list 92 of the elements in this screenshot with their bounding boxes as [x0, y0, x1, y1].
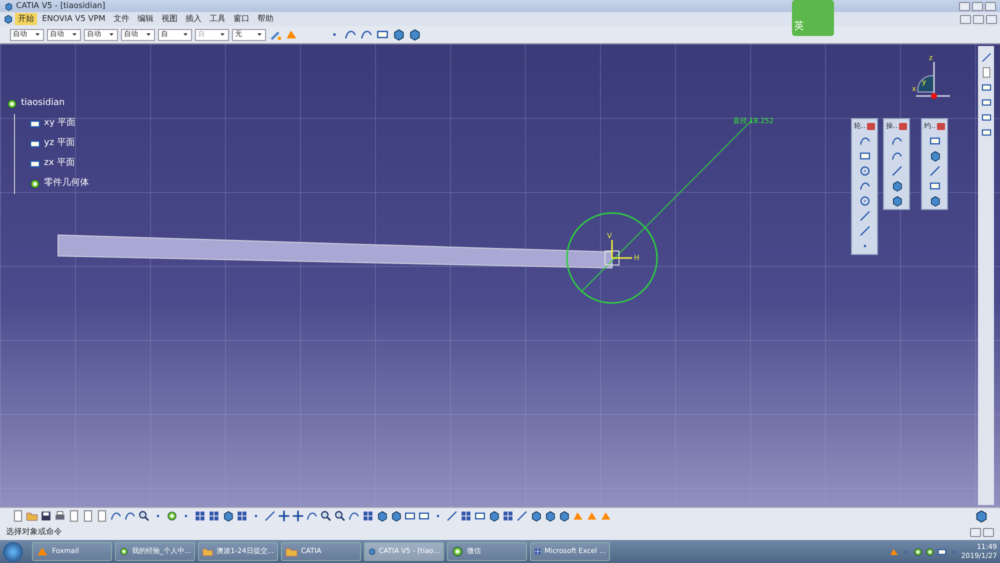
restore-button[interactable]: [970, 528, 981, 536]
caret-icon: [145, 31, 152, 38]
rectangle-icon[interactable]: [980, 112, 992, 123]
rectangle-icon[interactable]: [474, 510, 486, 522]
tree-item[interactable]: xy 平面: [44, 117, 76, 131]
rectangle-icon[interactable]: [928, 180, 941, 192]
rectangle-icon[interactable]: [404, 510, 416, 522]
rectangle-icon[interactable]: [980, 127, 992, 138]
rectangle-icon[interactable]: [937, 546, 948, 556]
minimize-button[interactable]: [960, 14, 971, 24]
close-button[interactable]: [983, 528, 994, 536]
grid-icon[interactable]: [460, 510, 472, 522]
menu-item[interactable]: 工具: [206, 13, 228, 25]
folder-icon: [285, 545, 298, 558]
menu-item[interactable]: 开始: [15, 13, 37, 25]
magnifier-icon[interactable]: [334, 510, 346, 522]
printer-icon[interactable]: [54, 510, 66, 522]
rectangle-icon[interactable]: [418, 510, 430, 522]
curve-icon[interactable]: [124, 510, 136, 522]
menu-item[interactable]: 文件: [110, 13, 132, 25]
origin-marker: [604, 250, 620, 266]
status-text: 选择对象或命令: [6, 526, 62, 538]
caret-icon: [71, 31, 78, 38]
curve-icon[interactable]: [360, 28, 373, 41]
curve-icon[interactable]: [110, 510, 122, 522]
minimize-button[interactable]: [959, 2, 970, 10]
cross-arrows-icon[interactable]: [292, 510, 304, 522]
rectangle-icon[interactable]: [29, 138, 41, 150]
menu-item[interactable]: ENOVIA V5 VPM: [39, 13, 108, 25]
magnifier-icon[interactable]: [138, 510, 150, 522]
grid-icon[interactable]: [502, 510, 514, 522]
caret-icon: [34, 31, 41, 38]
close-button[interactable]: [867, 122, 876, 130]
axis-drawing: [611, 239, 633, 259]
menu-item[interactable]: 编辑: [134, 13, 156, 25]
maximize-button[interactable]: [972, 2, 983, 10]
curve-icon[interactable]: [348, 510, 360, 522]
menu-item[interactable]: 插入: [182, 13, 204, 25]
menu-item[interactable]: 窗口: [230, 13, 252, 25]
tree-item[interactable]: zx 平面: [44, 157, 75, 171]
grid-icon[interactable]: [236, 510, 248, 522]
page-icon[interactable]: [12, 510, 24, 522]
curve-icon[interactable]: [858, 180, 871, 192]
page-icon[interactable]: [980, 67, 992, 78]
line-icon[interactable]: [858, 210, 871, 222]
rectangle-icon[interactable]: [29, 158, 41, 170]
curve-icon[interactable]: [890, 134, 903, 146]
line-icon[interactable]: [928, 164, 941, 176]
tree-item[interactable]: 零件几何体: [44, 177, 89, 191]
circle-icon[interactable]: [858, 164, 871, 176]
grid-icon[interactable]: [208, 510, 220, 522]
caret-icon: [108, 31, 115, 38]
curve-icon[interactable]: [858, 134, 871, 146]
close-button[interactable]: [986, 14, 997, 24]
compass-drawing: [915, 61, 951, 99]
caret-icon: [256, 31, 263, 38]
caret-icon: [182, 31, 189, 38]
caret-icon: [219, 31, 226, 38]
rectangle-icon[interactable]: [928, 134, 941, 146]
close-button[interactable]: [899, 122, 908, 130]
triangle-icon: [36, 545, 49, 558]
window-title: CATIA V5 - [tiaosidian]: [16, 0, 106, 12]
cross-arrows-icon[interactable]: [278, 510, 290, 522]
line-icon[interactable]: [446, 510, 458, 522]
line-icon[interactable]: [890, 164, 903, 176]
line-icon[interactable]: [264, 510, 276, 522]
line-icon[interactable]: [516, 510, 528, 522]
restore-button[interactable]: [973, 14, 984, 24]
grid-icon[interactable]: [194, 510, 206, 522]
line-icon[interactable]: [980, 52, 992, 63]
menu-item[interactable]: 帮助: [254, 13, 276, 25]
page-icon[interactable]: [96, 510, 108, 522]
rectangle-icon[interactable]: [980, 97, 992, 108]
rectangle-icon[interactable]: [858, 150, 871, 162]
magnifier-icon[interactable]: [320, 510, 332, 522]
close-button[interactable]: [985, 2, 996, 10]
tree-item[interactable]: yz 平面: [44, 137, 75, 151]
page-icon[interactable]: [82, 510, 94, 522]
curve-icon[interactable]: [306, 510, 318, 522]
close-button[interactable]: [937, 122, 946, 130]
circle-icon[interactable]: [858, 194, 871, 206]
curve-icon[interactable]: [890, 150, 903, 162]
menu-item[interactable]: 视图: [158, 13, 180, 25]
rectangle-icon[interactable]: [980, 82, 992, 93]
line-icon[interactable]: [858, 224, 871, 236]
grid-icon[interactable]: [362, 510, 374, 522]
curve-icon[interactable]: [344, 28, 357, 41]
rectangle-icon[interactable]: [376, 28, 389, 41]
start-button[interactable]: [3, 542, 23, 562]
page-icon[interactable]: [68, 510, 80, 522]
rectangle-icon[interactable]: [29, 118, 41, 130]
tree-item[interactable]: tiaosidian: [21, 97, 65, 111]
